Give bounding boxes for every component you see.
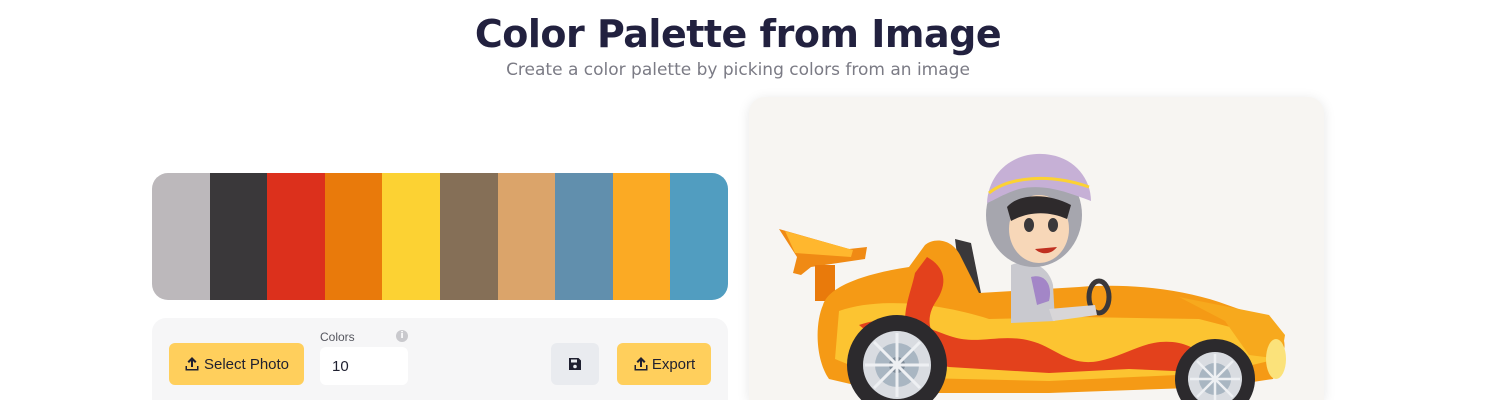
palette-swatch[interactable] bbox=[497, 173, 556, 300]
palette-swatch[interactable] bbox=[267, 173, 325, 300]
info-icon[interactable]: i bbox=[396, 330, 408, 342]
export-label: Export bbox=[651, 355, 696, 373]
page: Color Palette from Image Create a color … bbox=[0, 0, 1500, 400]
select-photo-label: Select Photo bbox=[203, 355, 290, 373]
source-image-card[interactable] bbox=[749, 97, 1324, 400]
page-title: Color Palette from Image bbox=[474, 12, 1002, 56]
palette-swatch[interactable] bbox=[382, 173, 440, 300]
color-palette bbox=[152, 173, 728, 300]
palette-swatch[interactable] bbox=[555, 173, 613, 300]
colors-label: Colors bbox=[320, 330, 355, 344]
export-icon bbox=[634, 357, 648, 371]
palette-swatch[interactable] bbox=[670, 173, 728, 300]
save-button[interactable] bbox=[551, 343, 599, 385]
palette-swatch[interactable] bbox=[324, 173, 383, 300]
palette-swatch[interactable] bbox=[439, 173, 498, 300]
palette-swatch[interactable] bbox=[209, 173, 268, 300]
upload-icon bbox=[185, 357, 199, 371]
floppy-disk-icon bbox=[569, 358, 581, 370]
go-kart-image[interactable] bbox=[749, 97, 1324, 400]
page-subtitle: Create a color palette by picking colors… bbox=[506, 60, 970, 80]
controls-panel: Select Photo Colors i Export bbox=[152, 318, 728, 400]
export-button[interactable]: Export bbox=[617, 343, 711, 385]
select-photo-button[interactable]: Select Photo bbox=[169, 343, 304, 385]
palette-swatch[interactable] bbox=[612, 173, 671, 300]
colors-count-input[interactable] bbox=[320, 347, 408, 385]
palette-swatch[interactable] bbox=[152, 173, 210, 300]
